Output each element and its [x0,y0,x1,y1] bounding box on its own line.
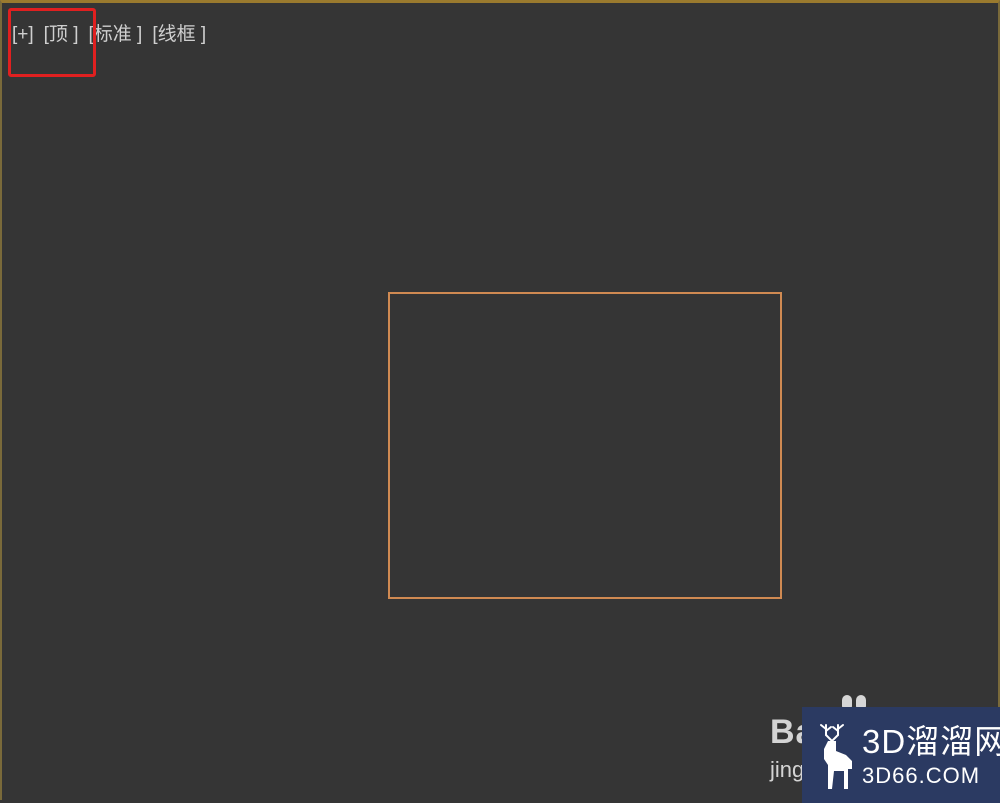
viewport-camera-label[interactable]: [标准 ] [89,23,143,47]
logo-url: 3D66.COM [862,763,981,788]
highlight-annotation-box [8,8,96,77]
deer-icon [820,724,852,789]
rectangle-shape-object[interactable] [388,292,782,599]
viewport-shading-label[interactable]: [线框 ] [152,23,206,47]
site-logo: 3D溜溜网 3D66.COM [802,707,1000,803]
viewport-top[interactable]: [+] [顶 ] [标准 ] [线框 ] Ba jing 3D溜溜网 3D66.… [0,0,1000,803]
logo-title: 3D溜溜网 [862,723,1000,760]
jingyan-watermark-text: jing [770,757,805,782]
